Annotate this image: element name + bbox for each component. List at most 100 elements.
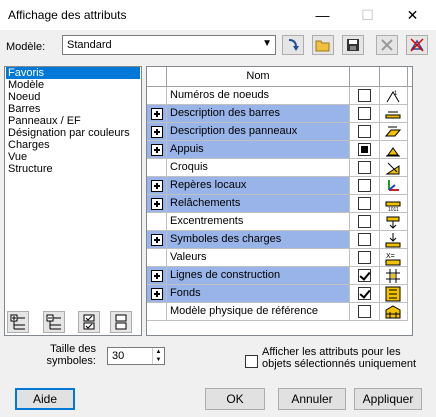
symbol-size-input[interactable]: 30 ▲ ▼: [107, 347, 165, 365]
attribute-label: Valeurs: [167, 249, 350, 267]
attribute-checkbox[interactable]: [358, 269, 371, 282]
category-item[interactable]: Barres: [6, 103, 141, 115]
selected-only-checkbox[interactable]: [245, 355, 258, 368]
category-item[interactable]: Noeud: [6, 91, 141, 103]
uncheck-all-icon: [115, 314, 127, 330]
local-axes-icon: [388, 180, 399, 191]
releases-icon: 1011: [385, 201, 401, 212]
collapse-all-button[interactable]: [43, 311, 65, 333]
attribute-row[interactable]: Modèle physique de référence: [147, 303, 412, 321]
attribute-checkbox[interactable]: [358, 161, 371, 174]
close-button[interactable]: ✕: [390, 0, 435, 30]
category-item[interactable]: Structure: [6, 163, 141, 175]
attribute-row[interactable]: Symboles des charges: [147, 231, 412, 249]
attribute-row[interactable]: Description des panneaux: [147, 123, 412, 141]
expand-icon[interactable]: [151, 234, 163, 246]
svg-text:1011: 1011: [388, 207, 399, 212]
attribute-label: Repères locaux: [167, 177, 350, 195]
attribute-row[interactable]: Description des barres: [147, 105, 412, 123]
no-attributes-button[interactable]: [406, 35, 428, 55]
attribute-checkbox[interactable]: [358, 125, 371, 138]
apply-icon: [288, 39, 299, 51]
expand-icon[interactable]: [151, 144, 163, 156]
attribute-row[interactable]: Numéros de noeuds 1: [147, 87, 412, 105]
attribute-label: Fonds: [167, 285, 350, 303]
symbol-size-value: 30: [112, 350, 125, 362]
attribute-label: Description des panneaux: [167, 123, 350, 141]
save-model-button[interactable]: [342, 35, 364, 55]
cancel-button[interactable]: Annuler: [278, 388, 346, 410]
supports-icon: [386, 147, 400, 157]
model-select-value: Standard: [67, 39, 112, 51]
spin-down-icon[interactable]: ▼: [152, 356, 164, 364]
check-all-button[interactable]: [78, 311, 100, 333]
delete-model-button[interactable]: [376, 35, 398, 55]
open-folder-icon: [315, 40, 330, 52]
attribute-row[interactable]: Excentrements: [147, 213, 412, 231]
category-item[interactable]: Panneaux / EF: [6, 115, 141, 127]
apply-model-button[interactable]: [282, 35, 304, 55]
open-model-button[interactable]: [312, 35, 334, 55]
category-item[interactable]: Désignation par couleurs: [6, 127, 141, 139]
attribute-checkbox[interactable]: [358, 215, 371, 228]
svg-text:X=: X=: [386, 253, 395, 260]
apply-button[interactable]: Appliquer: [354, 388, 422, 410]
expand-icon[interactable]: [151, 270, 163, 282]
spin-up-icon[interactable]: ▲: [152, 348, 164, 356]
attribute-checkbox[interactable]: [358, 233, 371, 246]
attribute-checkbox[interactable]: [358, 179, 371, 192]
column-name-header[interactable]: Nom: [167, 67, 350, 87]
uncheck-all-button[interactable]: [110, 311, 132, 333]
window-title: Affichage des attributs: [8, 8, 127, 22]
ok-button[interactable]: OK: [205, 388, 265, 410]
save-icon: [347, 39, 359, 51]
check-all-icon: [83, 314, 95, 330]
values-icon: X=: [385, 253, 401, 266]
attribute-row[interactable]: Appuis: [147, 141, 412, 159]
category-item[interactable]: Charges: [6, 139, 141, 151]
attribute-row[interactable]: Valeurs X=: [147, 249, 412, 267]
expand-icon[interactable]: [151, 108, 163, 120]
attribute-row[interactable]: Repères locaux: [147, 177, 412, 195]
tree-collapse-icon: [46, 314, 61, 330]
construction-lines-icon: [386, 269, 400, 283]
maximize-button: ☐: [361, 7, 374, 23]
expand-icon[interactable]: [151, 198, 163, 210]
panel-description-icon: [385, 126, 401, 137]
category-list[interactable]: Favoris Modèle Noeud Barres Panneaux / EF Dés…: [4, 66, 142, 336]
expand-all-button[interactable]: [7, 311, 29, 333]
attribute-row[interactable]: Fonds: [147, 285, 412, 303]
attribute-checkbox[interactable]: [358, 89, 371, 102]
offsets-icon: [386, 216, 400, 229]
attribute-checkbox[interactable]: [358, 107, 371, 120]
expand-icon[interactable]: [151, 180, 163, 192]
attribute-label: Croquis: [167, 159, 350, 177]
attribute-checkbox[interactable]: [358, 251, 371, 264]
expand-icon[interactable]: [151, 288, 163, 300]
attribute-checkbox[interactable]: [358, 305, 371, 318]
chevron-down-icon: ▼: [262, 38, 272, 49]
attribute-row[interactable]: Lignes de construction: [147, 267, 412, 285]
bar-description-icon: [385, 111, 401, 119]
expand-icon[interactable]: [151, 126, 163, 138]
sketch-icon: [385, 162, 400, 175]
category-item[interactable]: Modèle: [6, 79, 141, 91]
attribute-label: Appuis: [167, 141, 350, 159]
attribute-row[interactable]: Relâchements 1011: [147, 195, 412, 213]
attribute-checkbox[interactable]: [358, 143, 371, 156]
load-symbols-icon: [385, 233, 401, 248]
delete-icon: [381, 39, 393, 51]
attributes-grid: Nom Numéros de noeuds 1 Description des ba…: [146, 66, 413, 336]
no-attributes-icon: [410, 38, 424, 52]
attribute-label: Description des barres: [167, 105, 350, 123]
category-item[interactable]: Vue: [6, 151, 141, 163]
minimize-button[interactable]: —: [300, 0, 345, 30]
model-select[interactable]: Standard ▼: [62, 35, 276, 55]
grid-header: Nom: [147, 67, 412, 87]
category-item[interactable]: Favoris: [6, 67, 140, 79]
attribute-checkbox[interactable]: [358, 287, 371, 300]
attribute-checkbox[interactable]: [358, 197, 371, 210]
attribute-row[interactable]: Croquis: [147, 159, 412, 177]
help-button[interactable]: Aide: [15, 388, 75, 410]
svg-text:1: 1: [394, 91, 398, 97]
